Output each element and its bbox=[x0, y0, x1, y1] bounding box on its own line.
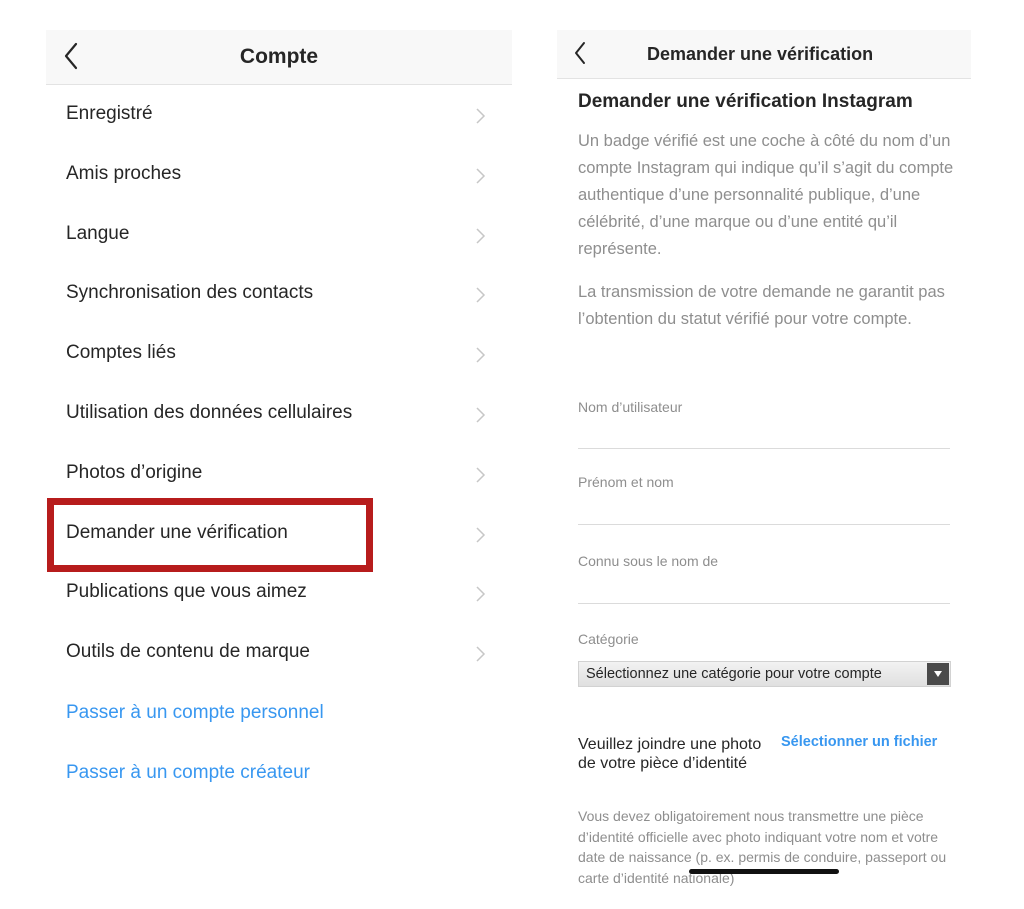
id-requirement-note: Vous devez obligatoirement nous transmet… bbox=[578, 808, 947, 886]
account-menu: Enregistré Amis proches Langue Synchroni… bbox=[46, 85, 512, 683]
id-photo-label: Veuillez joindre une photo de votre pièc… bbox=[578, 736, 762, 772]
menu-item-label: Outils de contenu de marque bbox=[66, 641, 310, 663]
known-as-input[interactable] bbox=[578, 572, 950, 602]
chevron-right-icon bbox=[476, 108, 486, 124]
menu-item-label: Utilisation des données cellulaires bbox=[66, 401, 353, 423]
page-title: Demander une vérification bbox=[647, 44, 874, 64]
verification-header: Demander une vérification bbox=[557, 30, 971, 79]
chevron-right-icon bbox=[476, 287, 486, 303]
username-underline bbox=[578, 448, 950, 449]
menu-item-request-verification[interactable]: Demander une vérification bbox=[46, 504, 512, 564]
home-indicator bbox=[689, 869, 839, 874]
username-label: Nom d’utilisateur bbox=[578, 399, 683, 415]
no-guarantee-notice: La transmission de votre demande ne gara… bbox=[578, 283, 945, 328]
username-input[interactable] bbox=[578, 418, 950, 448]
page-title: Compte bbox=[239, 45, 319, 68]
menu-item-liked-posts[interactable]: Publications que vous aimez bbox=[46, 563, 512, 623]
chevron-right-icon bbox=[476, 467, 486, 483]
dropdown-arrow-icon bbox=[927, 663, 949, 685]
menu-item-label: Demander une vérification bbox=[66, 521, 288, 543]
menu-item-linked-accounts[interactable]: Comptes liés bbox=[46, 324, 512, 384]
menu-item-label: Langue bbox=[66, 222, 130, 244]
chevron-right-icon bbox=[476, 347, 486, 363]
full-name-underline bbox=[578, 524, 950, 525]
full-name-label: Prénom et nom bbox=[578, 474, 674, 490]
category-selected-value: Sélectionnez une catégorie pour votre co… bbox=[586, 666, 882, 682]
chevron-right-icon bbox=[476, 168, 486, 184]
category-label: Catégorie bbox=[578, 631, 639, 647]
menu-item-branded-content-tools[interactable]: Outils de contenu de marque bbox=[46, 623, 512, 683]
category-select[interactable]: Sélectionnez une catégorie pour votre co… bbox=[578, 661, 951, 687]
menu-item-label: Enregistré bbox=[66, 103, 153, 124]
menu-item-label: Photos d’origine bbox=[66, 461, 203, 483]
select-file-button[interactable]: Sélectionner un fichier bbox=[781, 734, 937, 750]
account-header: Compte bbox=[46, 30, 512, 85]
section-heading: Demander une vérification Instagram bbox=[578, 91, 913, 112]
chevron-right-icon bbox=[476, 646, 486, 662]
known-as-underline bbox=[578, 603, 950, 604]
menu-item-language[interactable]: Langue bbox=[46, 205, 512, 265]
badge-description: Un badge vérifié est une coche à côté du… bbox=[578, 132, 954, 258]
menu-item-contact-sync[interactable]: Synchronisation des contacts bbox=[46, 264, 512, 324]
menu-item-label: Publications que vous aimez bbox=[66, 581, 307, 603]
chevron-right-icon bbox=[476, 586, 486, 602]
menu-item-cellular-data[interactable]: Utilisation des données cellulaires bbox=[46, 384, 512, 444]
menu-item-label: Comptes liés bbox=[66, 342, 176, 364]
switch-creator-account-link[interactable]: Passer à un compte créateur bbox=[66, 762, 310, 784]
menu-item-label: Amis proches bbox=[66, 162, 182, 184]
full-name-input[interactable] bbox=[578, 493, 950, 523]
back-chevron-icon[interactable] bbox=[569, 39, 591, 67]
known-as-label: Connu sous le nom de bbox=[578, 553, 719, 569]
menu-item-saved[interactable]: Enregistré bbox=[46, 85, 512, 145]
menu-item-close-friends[interactable]: Amis proches bbox=[46, 145, 512, 205]
chevron-right-icon bbox=[476, 228, 486, 244]
menu-item-original-photos[interactable]: Photos d’origine bbox=[46, 444, 512, 504]
switch-personal-account-link[interactable]: Passer à un compte personnel bbox=[66, 702, 324, 724]
menu-item-label: Synchronisation des contacts bbox=[66, 282, 314, 304]
chevron-right-icon bbox=[476, 527, 486, 543]
chevron-right-icon bbox=[476, 407, 486, 423]
